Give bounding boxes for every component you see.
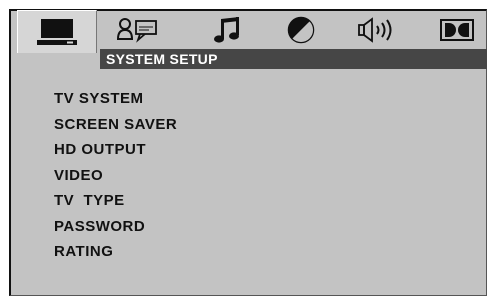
tab-video[interactable] bbox=[279, 11, 323, 49]
tab-language[interactable] bbox=[107, 11, 169, 49]
menu-item-rating[interactable]: RATING bbox=[54, 239, 177, 265]
user-subtitle-icon bbox=[116, 17, 160, 43]
music-note-icon bbox=[213, 16, 241, 44]
speaker-icon bbox=[357, 17, 401, 43]
dolby-icon bbox=[440, 19, 474, 41]
tab-audio[interactable] bbox=[203, 11, 251, 49]
page-title: SYSTEM SETUP bbox=[100, 49, 487, 69]
tab-system[interactable] bbox=[17, 10, 97, 53]
menu-item-tv-type[interactable]: TV TYPE bbox=[54, 188, 177, 214]
tab-bar bbox=[11, 10, 485, 53]
tab-dolby[interactable] bbox=[435, 11, 479, 49]
tab-speaker[interactable] bbox=[351, 11, 407, 49]
setup-menu: TV SYSTEM SCREEN SAVER HD OUTPUT VIDEO T… bbox=[54, 86, 177, 265]
menu-item-tv-system[interactable]: TV SYSTEM bbox=[54, 86, 177, 112]
menu-item-video[interactable]: VIDEO bbox=[54, 163, 177, 189]
setup-screen: SYSTEM SETUP TV SYSTEM SCREEN SAVER HD O… bbox=[0, 0, 495, 303]
menu-item-password[interactable]: PASSWORD bbox=[54, 214, 177, 240]
menu-item-hd-output[interactable]: HD OUTPUT bbox=[54, 137, 177, 163]
monitor-icon bbox=[37, 18, 77, 46]
menu-item-screen-saver[interactable]: SCREEN SAVER bbox=[54, 112, 177, 138]
contrast-icon bbox=[287, 16, 315, 44]
